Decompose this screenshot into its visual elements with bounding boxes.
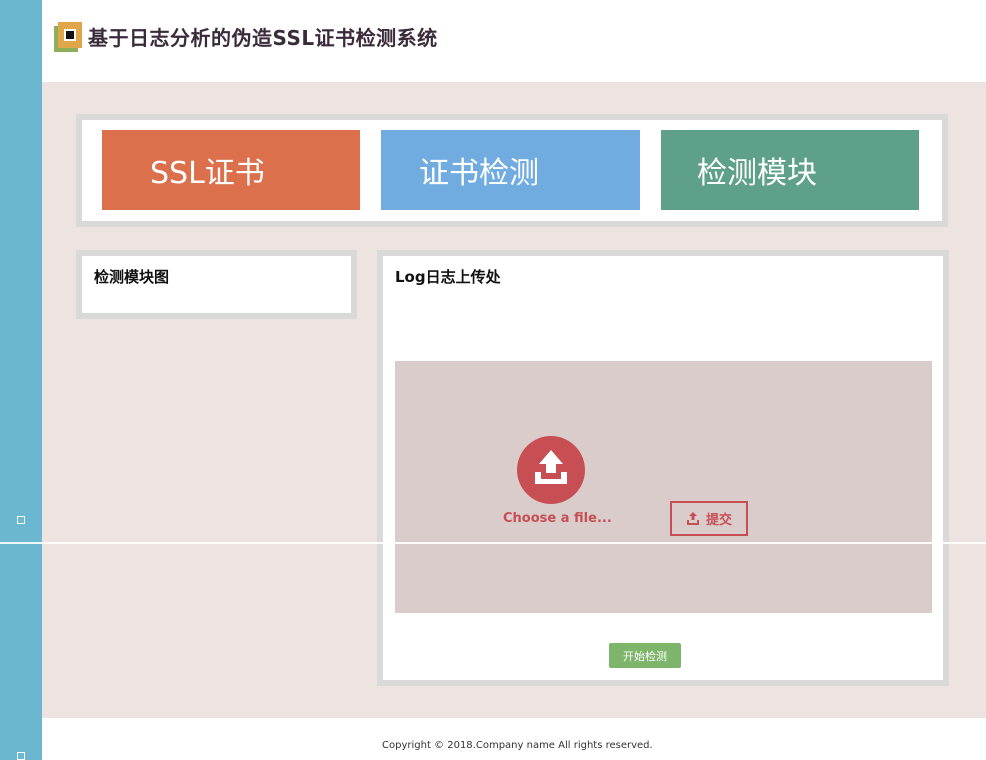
upload-small-icon (686, 512, 699, 525)
page-title: 基于日志分析的伪造SSL证书检测系统 (88, 26, 438, 50)
submit-button-label: 提交 (705, 513, 732, 528)
nav-ssl-cert-button[interactable]: SSL证书 (102, 130, 360, 210)
strip-square-icon (17, 752, 25, 760)
nav-detect-module-button[interactable]: 检测模块 (661, 130, 919, 210)
log-upload-panel: Log日志上传处 Choose a file... 提交 开始检测 (377, 250, 949, 686)
module-diagram-panel: 检测模块图 (76, 250, 357, 319)
start-detect-button[interactable]: 开始检测 (609, 643, 681, 668)
submit-button[interactable]: 提交 (670, 501, 748, 536)
log-upload-title: Log日志上传处 (395, 268, 501, 286)
main-content: SSL证书 证书检测 检测模块 检测模块图 Log日志上传处 Choose a … (42, 82, 986, 718)
module-diagram-title: 检测模块图 (94, 268, 170, 286)
footer: Copyright © 2018.Company name All rights… (42, 718, 986, 760)
divider-line (0, 542, 986, 544)
copyright-text: Copyright © 2018.Company name All rights… (382, 740, 653, 751)
choose-file-link[interactable]: Choose a file... (503, 511, 612, 526)
header: 基于日志分析的伪造SSL证书检测系统 (42, 0, 986, 82)
file-drop-zone[interactable]: Choose a file... 提交 (395, 361, 932, 613)
nav-cert-check-button[interactable]: 证书检测 (381, 130, 640, 210)
logo-icon (54, 22, 84, 52)
left-sidebar-strip (0, 0, 42, 760)
nav-panel: SSL证书 证书检测 检测模块 (76, 114, 948, 227)
upload-icon[interactable] (517, 436, 585, 504)
strip-square-icon (17, 516, 25, 524)
